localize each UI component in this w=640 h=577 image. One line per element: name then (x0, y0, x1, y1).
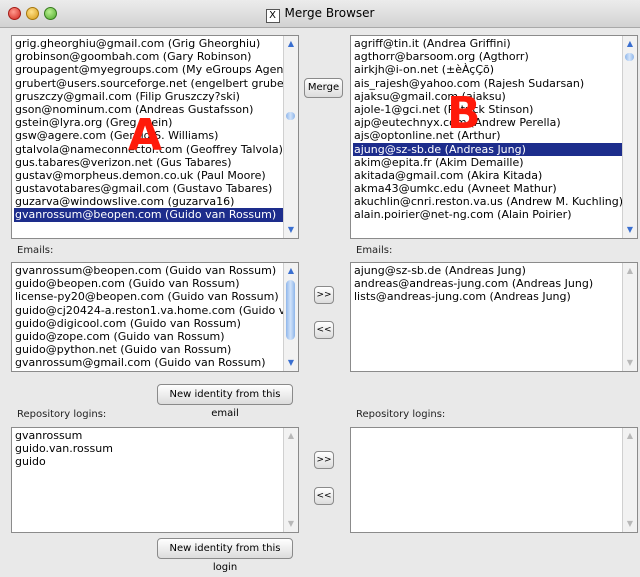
window-title: Merge Browser (284, 6, 375, 20)
scroll-thumb[interactable] (625, 53, 634, 61)
login-list-a-items: gvanrossum guido.van.rossum guido (12, 428, 283, 469)
identity-list-b-scrollbar[interactable]: ▲ ▼ (622, 36, 637, 238)
scroll-down-icon[interactable]: ▼ (284, 223, 298, 237)
email-list-a[interactable]: gvanrossum@beopen.com (Guido van Rossum)… (11, 262, 299, 372)
list-item[interactable]: gvanrossum@beopen.com (Guido van Rossum) (14, 208, 283, 222)
list-item[interactable]: gruszczy@gmail.com (Filip Gruszczy?ski) (14, 90, 283, 103)
scroll-thumb[interactable] (286, 112, 295, 120)
list-item[interactable]: akitada@gmail.com (Akira Kitada) (353, 169, 622, 182)
list-item[interactable]: airkjh@i-on.net (±èÀçÇõ) (353, 63, 622, 76)
merge-button[interactable]: Merge (304, 78, 343, 98)
list-item[interactable]: ajung@sz-sb.de (Andreas Jung) (353, 142, 622, 156)
email-list-a-scrollbar[interactable]: ▲ ▼ (283, 263, 298, 371)
login-list-a[interactable]: gvanrossum guido.van.rossum guido ▲ ▼ (11, 427, 299, 533)
list-item[interactable]: grig.gheorghiu@gmail.com (Grig Gheorghiu… (14, 37, 283, 50)
list-item[interactable]: grobinson@goombah.com (Gary Robinson) (14, 50, 283, 63)
identity-list-b[interactable]: agriff@tin.it (Andrea Griffini) agthorr@b… (350, 35, 638, 239)
list-item[interactable]: ajs@optonline.net (Arthur) (353, 129, 622, 142)
email-list-a-items: gvanrossum@beopen.com (Guido van Rossum)… (12, 263, 283, 370)
list-item[interactable]: guido@digicool.com (Guido van Rossum) (14, 317, 283, 330)
emails-label-a: Emails: (17, 245, 54, 256)
list-item[interactable]: akuchlin@cnri.reston.va.us (Andrew M. Ku… (353, 195, 622, 208)
move-email-right-button[interactable]: >> (314, 286, 334, 304)
list-item[interactable]: ajaksu@gmail.com (ajaksu) (353, 90, 622, 103)
list-item[interactable]: akim@epita.fr (Akim Demaille) (353, 156, 622, 169)
x11-icon: X (265, 9, 280, 23)
email-list-b-items: ajung@sz-sb.de (Andreas Jung) andreas@and… (351, 263, 622, 304)
login-list-b-items (351, 428, 622, 429)
list-item[interactable]: guido@python.net (Guido van Rossum) (14, 343, 283, 356)
scroll-up-icon[interactable]: ▲ (623, 37, 637, 51)
login-list-b-scrollbar[interactable]: ▲ ▼ (622, 428, 637, 532)
scroll-up-icon[interactable]: ▲ (623, 264, 637, 278)
list-item[interactable]: andreas@andreas-jung.com (Andreas Jung) (353, 277, 622, 290)
list-item[interactable]: gustav@morpheus.demon.co.uk (Paul Moore) (14, 169, 283, 182)
new-identity-from-email-button[interactable]: New identity from this email (157, 384, 293, 419)
scroll-down-icon[interactable]: ▼ (623, 517, 637, 531)
list-item[interactable]: gvanrossum (14, 429, 283, 442)
list-item[interactable]: gustavotabares@gmail.com (Gustavo Tabare… (14, 182, 283, 195)
list-item[interactable]: ais_rajesh@yahoo.com (Rajesh Sudarsan) (353, 77, 622, 90)
emails-label-b: Emails: (356, 245, 393, 256)
list-item[interactable]: alain.poirier@net-ng.com (Alain Poirier) (353, 208, 622, 221)
list-item[interactable]: grubert@users.sourceforge.net (engelbert… (14, 77, 283, 90)
list-item[interactable]: guido@zope.com (Guido van Rossum) (14, 330, 283, 343)
scroll-up-icon[interactable]: ▲ (284, 429, 298, 443)
scroll-down-icon[interactable]: ▼ (623, 356, 637, 370)
move-login-right-button[interactable]: >> (314, 451, 334, 469)
move-email-left-button[interactable]: << (314, 321, 334, 339)
list-item[interactable]: guido@cj20424-a.reston1.va.home.com (Gui… (14, 304, 283, 317)
scroll-up-icon[interactable]: ▲ (284, 264, 298, 278)
identity-list-a-scrollbar[interactable]: ▲ ▼ (283, 36, 298, 238)
login-list-b[interactable]: ▲ ▼ (350, 427, 638, 533)
scroll-down-icon[interactable]: ▼ (623, 223, 637, 237)
list-item[interactable]: guido.van.rossum (14, 442, 283, 455)
new-identity-from-login-button[interactable]: New identity from this login (157, 538, 293, 573)
email-list-b-scrollbar[interactable]: ▲ ▼ (622, 263, 637, 371)
list-item[interactable]: guido@beopen.com (Guido van Rossum) (14, 277, 283, 290)
scroll-up-icon[interactable]: ▲ (623, 429, 637, 443)
list-item[interactable]: agthorr@barsoom.org (Agthorr) (353, 50, 622, 63)
identity-list-b-items: agriff@tin.it (Andrea Griffini) agthorr@b… (351, 36, 622, 222)
list-item[interactable]: agriff@tin.it (Andrea Griffini) (353, 37, 622, 50)
title-bar: X Merge Browser (0, 0, 640, 28)
annotation-letter-b: B (447, 88, 481, 139)
list-item[interactable]: guido (14, 455, 283, 468)
window-title-wrap: X Merge Browser (0, 6, 640, 23)
annotation-letter-a: A (128, 110, 163, 161)
list-item[interactable]: lists@andreas-jung.com (Andreas Jung) (353, 290, 622, 303)
scroll-up-icon[interactable]: ▲ (284, 37, 298, 51)
list-item[interactable]: groupagent@myegroups.com (My eGroups Age… (14, 63, 283, 76)
email-list-b[interactable]: ajung@sz-sb.de (Andreas Jung) andreas@and… (350, 262, 638, 372)
scroll-thumb[interactable] (286, 280, 295, 340)
logins-label-a: Repository logins: (17, 409, 107, 420)
list-item[interactable]: akma43@umkc.edu (Avneet Mathur) (353, 182, 622, 195)
move-login-left-button[interactable]: << (314, 487, 334, 505)
logins-label-b: Repository logins: (356, 409, 446, 420)
list-item[interactable]: gvanrossum@gmail.com (Guido van Rossum) (14, 356, 283, 369)
list-item[interactable]: ajung@sz-sb.de (Andreas Jung) (353, 264, 622, 277)
login-list-a-scrollbar[interactable]: ▲ ▼ (283, 428, 298, 532)
list-item[interactable]: license-py20@beopen.com (Guido van Rossu… (14, 290, 283, 303)
scroll-down-icon[interactable]: ▼ (284, 517, 298, 531)
list-item[interactable]: ajole-1@gci.net (Patrick Stinson) (353, 103, 622, 116)
scroll-down-icon[interactable]: ▼ (284, 356, 298, 370)
list-item[interactable]: ajp@eutechnyx.com (Andrew Perella) (353, 116, 622, 129)
list-item[interactable]: guzarva@windowslive.com (guzarva16) (14, 195, 283, 208)
list-item[interactable]: gvanrossum@beopen.com (Guido van Rossum) (14, 264, 283, 277)
